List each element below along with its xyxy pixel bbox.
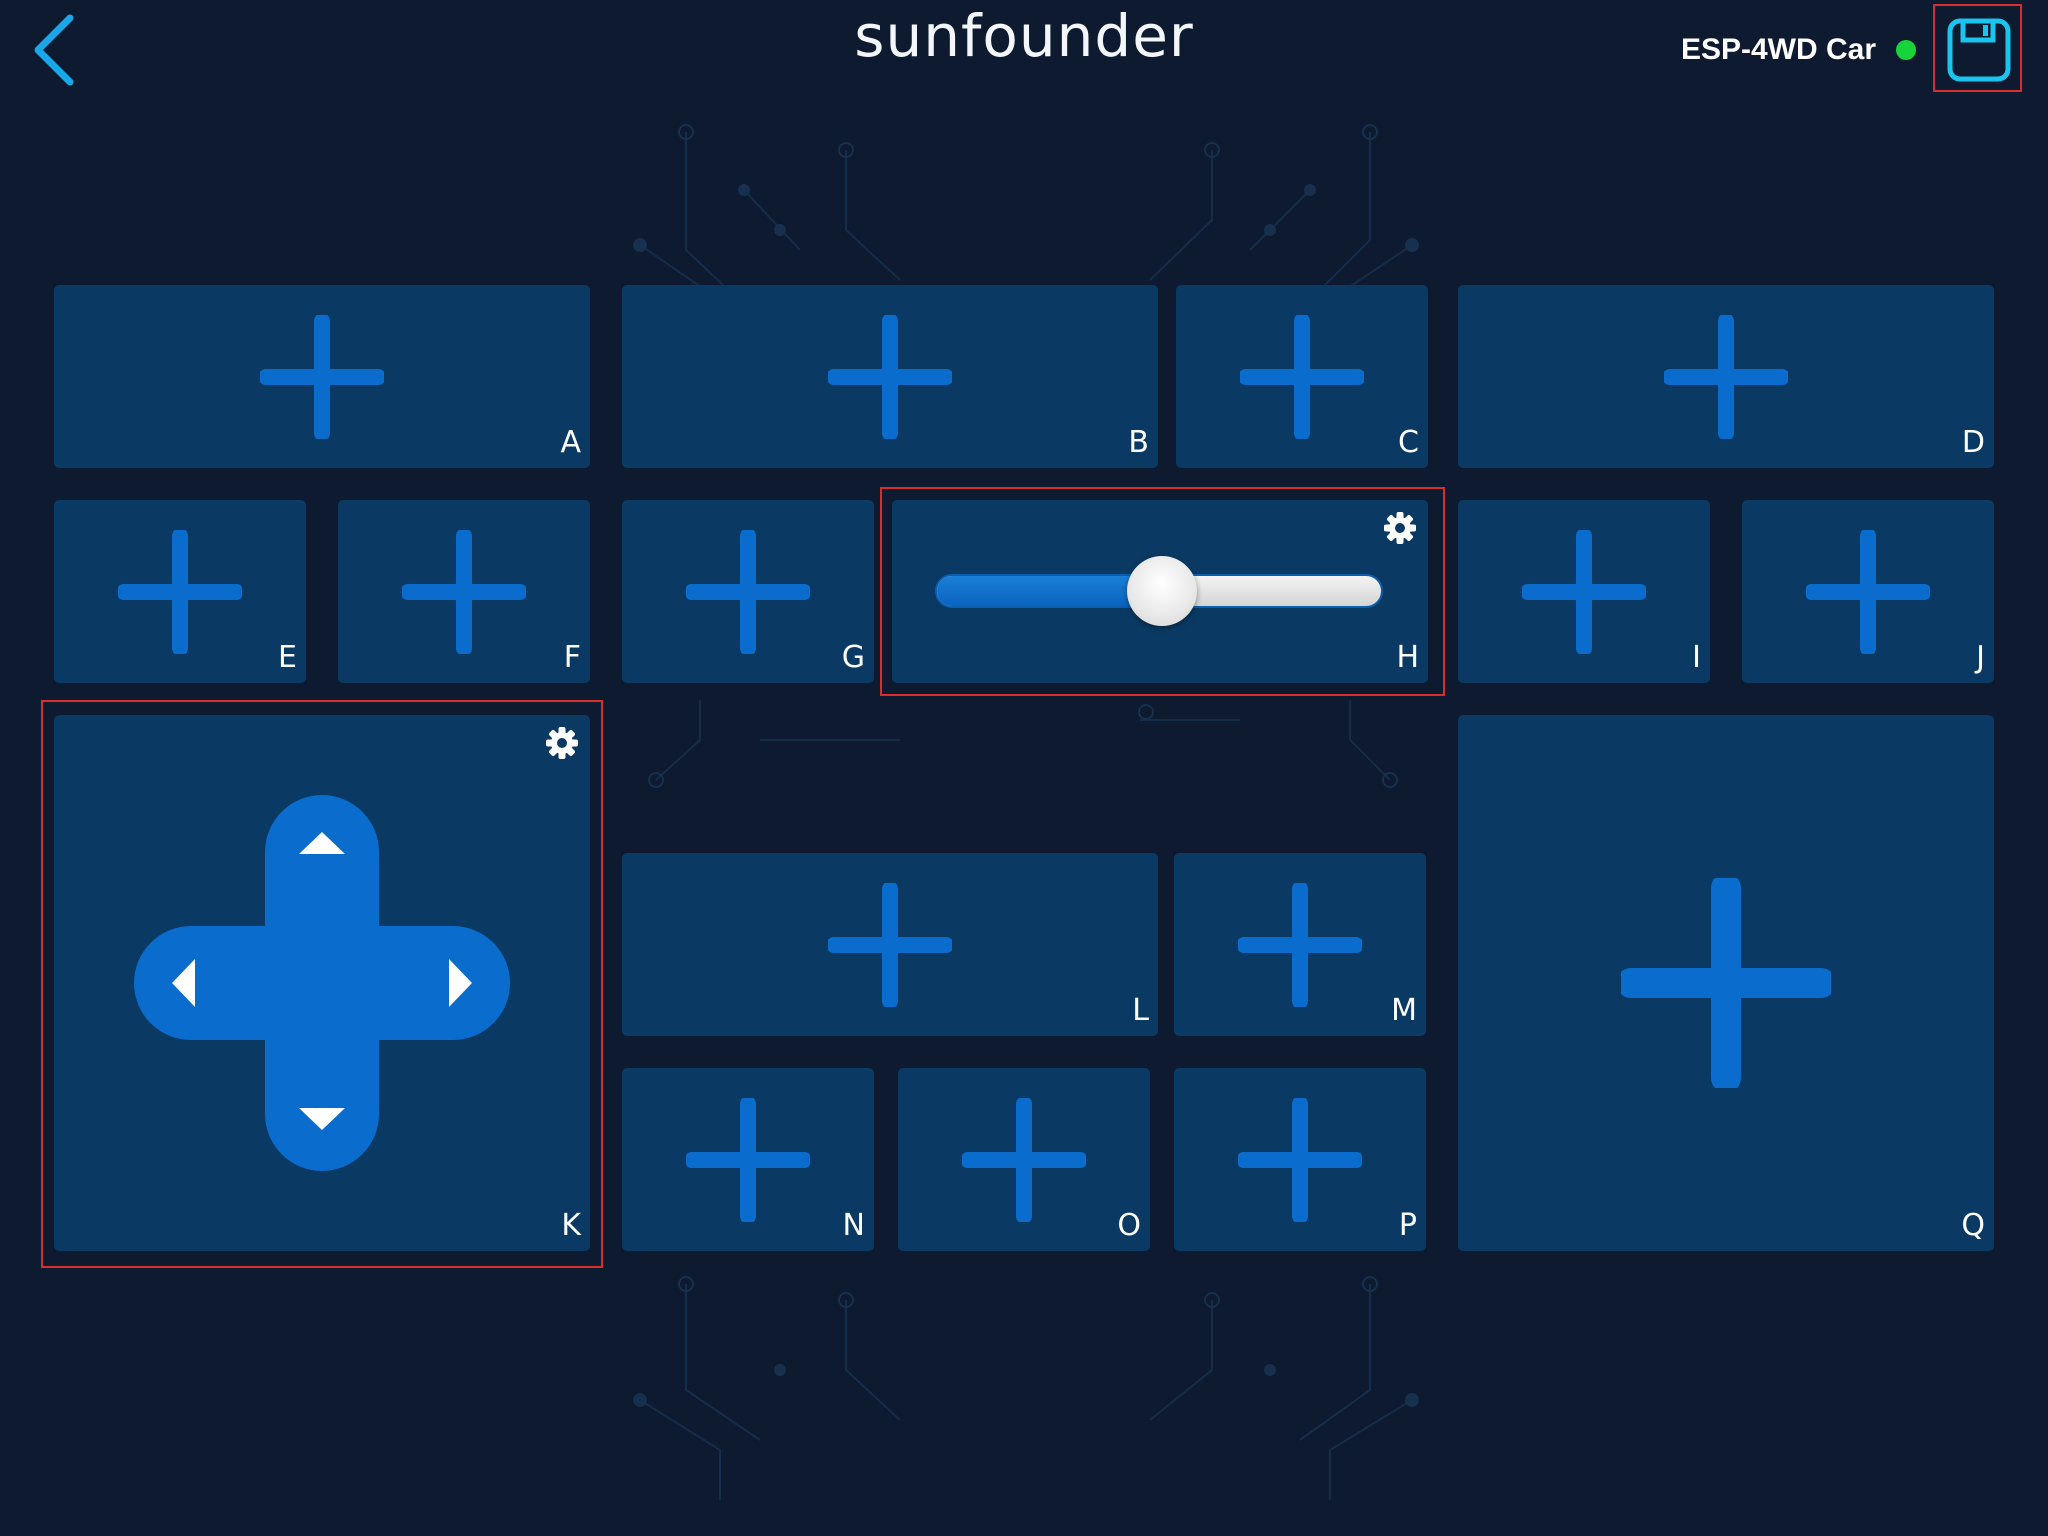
plus-icon	[828, 314, 952, 439]
slot-d[interactable]: D	[1458, 285, 1994, 468]
plus-icon	[828, 882, 952, 1007]
slot-a[interactable]: A	[54, 285, 590, 468]
slot-label: I	[1692, 640, 1701, 675]
gear-icon[interactable]	[543, 724, 581, 762]
slot-label: N	[842, 1208, 865, 1243]
slot-label: G	[841, 640, 865, 675]
d-pad-right-button[interactable]	[390, 926, 510, 1040]
plus-icon	[686, 529, 810, 654]
plus-icon	[1238, 1097, 1362, 1222]
plus-icon	[1522, 529, 1646, 654]
slot-label: H	[1396, 640, 1419, 675]
slot-b[interactable]: B	[622, 285, 1158, 468]
plus-icon	[962, 1097, 1086, 1222]
slot-label: J	[1976, 640, 1985, 675]
slot-label: K	[561, 1208, 581, 1243]
slot-q[interactable]: Q	[1458, 715, 1994, 1251]
plus-icon	[1621, 878, 1831, 1088]
plus-icon	[1664, 314, 1788, 439]
arrow-right-icon	[449, 959, 472, 1007]
slot-label: M	[1391, 993, 1417, 1028]
plus-icon	[402, 529, 526, 654]
slot-p[interactable]: P	[1174, 1068, 1426, 1251]
slot-label: L	[1132, 993, 1149, 1028]
d-pad-down-button[interactable]	[265, 1051, 379, 1171]
slider-thumb[interactable]	[1127, 556, 1197, 626]
connection-status-dot	[1896, 40, 1916, 60]
slot-label: A	[560, 425, 581, 460]
slot-label: F	[563, 640, 581, 675]
plus-icon	[1238, 882, 1362, 1007]
slot-l[interactable]: L	[622, 853, 1158, 1036]
device-name: ESP-4WD Car	[1680, 33, 1876, 66]
slot-m[interactable]: M	[1174, 853, 1426, 1036]
floppy-disk-icon	[1947, 18, 2011, 82]
plus-icon	[1806, 529, 1930, 654]
slot-label: B	[1128, 425, 1149, 460]
slot-label: E	[278, 640, 297, 675]
arrow-down-icon	[299, 1108, 345, 1130]
slot-label: Q	[1961, 1208, 1985, 1243]
slot-i[interactable]: I	[1458, 500, 1710, 683]
plus-icon	[1240, 314, 1364, 439]
d-pad-up-button[interactable]	[265, 795, 379, 915]
plus-icon	[118, 529, 242, 654]
plus-icon	[260, 314, 384, 439]
slider-fill	[937, 576, 1159, 606]
slot-label: P	[1398, 1208, 1417, 1243]
plus-icon	[686, 1097, 810, 1222]
slot-f[interactable]: F	[338, 500, 590, 683]
slot-c[interactable]: C	[1176, 285, 1428, 468]
arrow-left-icon	[172, 959, 195, 1007]
slot-label: C	[1398, 425, 1419, 460]
slot-g[interactable]: G	[622, 500, 874, 683]
slot-o[interactable]: O	[898, 1068, 1150, 1251]
d-pad	[134, 795, 510, 1171]
d-pad-left-button[interactable]	[134, 926, 254, 1040]
arrow-up-icon	[299, 832, 345, 854]
save-button[interactable]	[1933, 4, 2022, 92]
slot-e[interactable]: E	[54, 500, 306, 683]
slot-n[interactable]: N	[622, 1068, 874, 1251]
slot-label: O	[1117, 1208, 1141, 1243]
slot-j[interactable]: J	[1742, 500, 1994, 683]
gear-icon[interactable]	[1381, 509, 1419, 547]
slot-label: D	[1961, 425, 1985, 460]
